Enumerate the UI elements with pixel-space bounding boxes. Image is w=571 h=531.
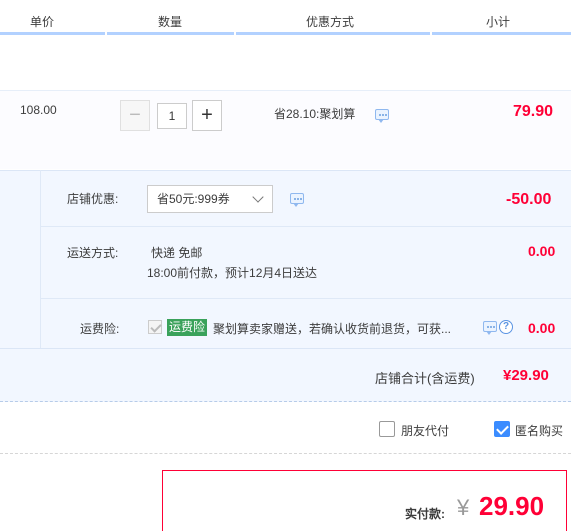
header-separator bbox=[105, 32, 107, 35]
anonymous-purchase-label[interactable]: 匿名购买 bbox=[515, 422, 563, 439]
header-subtotal: 小计 bbox=[486, 15, 511, 29]
currency-symbol: ¥ bbox=[457, 495, 470, 520]
shipping-method: 快递 免邮 bbox=[151, 246, 203, 260]
insurance-checkbox[interactable] bbox=[148, 320, 162, 334]
header-quantity: 数量 bbox=[158, 15, 183, 29]
insurance-amount: 0.00 bbox=[528, 320, 556, 336]
shop-coupon-label: 店铺优惠: bbox=[67, 192, 119, 206]
friend-pay-label[interactable]: 朋友代付 bbox=[401, 422, 449, 439]
shipping-amount: 0.00 bbox=[528, 243, 556, 259]
help-icon[interactable]: ? bbox=[499, 320, 513, 334]
shop-total-label: 店铺合计(含运费) bbox=[375, 371, 475, 386]
quantity-input[interactable]: 1 bbox=[157, 103, 187, 129]
friend-pay-checkbox[interactable] bbox=[379, 421, 395, 437]
insurance-label: 运费险: bbox=[80, 322, 120, 336]
message-icon[interactable] bbox=[483, 321, 497, 335]
coupon-amount: -50.00 bbox=[506, 191, 552, 208]
header-discount: 优惠方式 bbox=[306, 15, 355, 29]
header-unit-price: 单价 bbox=[30, 15, 55, 29]
shop-coupon-selected: 省50元:999券 bbox=[157, 192, 230, 206]
header-separator bbox=[234, 32, 236, 35]
divider bbox=[41, 298, 571, 299]
insurance-description: 聚划算卖家赠送，若确认收货前退货，可获... bbox=[213, 322, 452, 336]
decrease-quantity-button[interactable]: − bbox=[120, 100, 150, 131]
payment-amount: 29.90 bbox=[479, 491, 545, 521]
quantity-stepper: − 1 + bbox=[120, 100, 222, 131]
divider bbox=[0, 453, 571, 454]
message-icon[interactable] bbox=[375, 109, 389, 123]
shipping-delivery-note: 18:00前付款，预计12月4日送达 bbox=[147, 266, 318, 280]
message-icon[interactable] bbox=[290, 193, 304, 207]
increase-quantity-button[interactable]: + bbox=[192, 100, 222, 131]
shipping-label: 运送方式: bbox=[67, 246, 119, 260]
divider bbox=[41, 226, 571, 227]
unit-price: 108.00 bbox=[20, 103, 57, 117]
shop-total-amount: ¥29.90 bbox=[503, 367, 549, 384]
cart-item-row bbox=[0, 90, 571, 169]
divider bbox=[40, 170, 41, 348]
shop-coupon-select[interactable]: 省50元:999券 bbox=[147, 185, 273, 213]
shop-total-row bbox=[0, 348, 571, 402]
item-discount-text: 省28.10:聚划算 bbox=[274, 107, 356, 121]
insurance-badge: 运费险 bbox=[167, 319, 208, 336]
header-separator bbox=[430, 32, 432, 35]
item-subtotal: 79.90 bbox=[513, 103, 554, 120]
anonymous-purchase-checkbox[interactable] bbox=[494, 421, 510, 437]
payment-label: 实付款: bbox=[405, 507, 445, 521]
header-underline bbox=[0, 32, 571, 35]
chevron-down-icon bbox=[252, 191, 264, 203]
